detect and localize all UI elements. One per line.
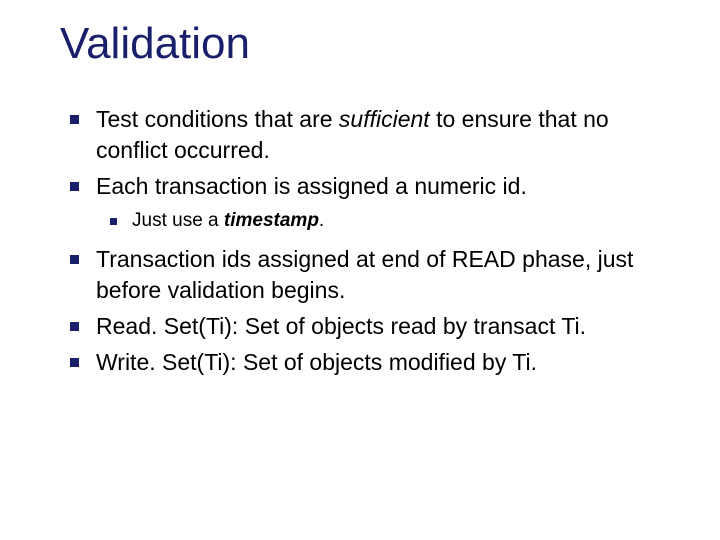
sub-bullet-list: Just use a timestamp. bbox=[96, 209, 670, 234]
sub-bullet-text: . bbox=[319, 210, 324, 231]
sub-bullet-strong: timestamp bbox=[224, 210, 319, 231]
bullet-item: Transaction ids assigned at end of READ … bbox=[60, 244, 670, 305]
bullet-item: Read. Set(Ti): Set of objects read by tr… bbox=[60, 311, 670, 341]
bullet-item: Write. Set(Ti): Set of objects modified … bbox=[60, 347, 670, 377]
sub-bullet-text: Just use a bbox=[132, 210, 224, 231]
bullet-emph: sufficient bbox=[339, 106, 430, 132]
slide: Validation Test conditions that are suff… bbox=[0, 0, 720, 540]
bullet-item: Test conditions that are sufficient to e… bbox=[60, 104, 670, 165]
bullet-text: Write. Set(Ti): Set of objects modified … bbox=[96, 349, 537, 375]
slide-title: Validation bbox=[60, 20, 670, 68]
bullet-text: Transaction ids assigned at end of READ … bbox=[96, 246, 633, 302]
sub-bullet-item: Just use a timestamp. bbox=[96, 209, 670, 234]
bullet-item: Each transaction is assigned a numeric i… bbox=[60, 171, 670, 234]
bullet-list: Test conditions that are sufficient to e… bbox=[60, 104, 670, 377]
bullet-text: Each transaction is assigned a numeric i… bbox=[96, 173, 527, 199]
bullet-text: Read. Set(Ti): Set of objects read by tr… bbox=[96, 313, 586, 339]
bullet-text: Test conditions that are bbox=[96, 106, 339, 132]
